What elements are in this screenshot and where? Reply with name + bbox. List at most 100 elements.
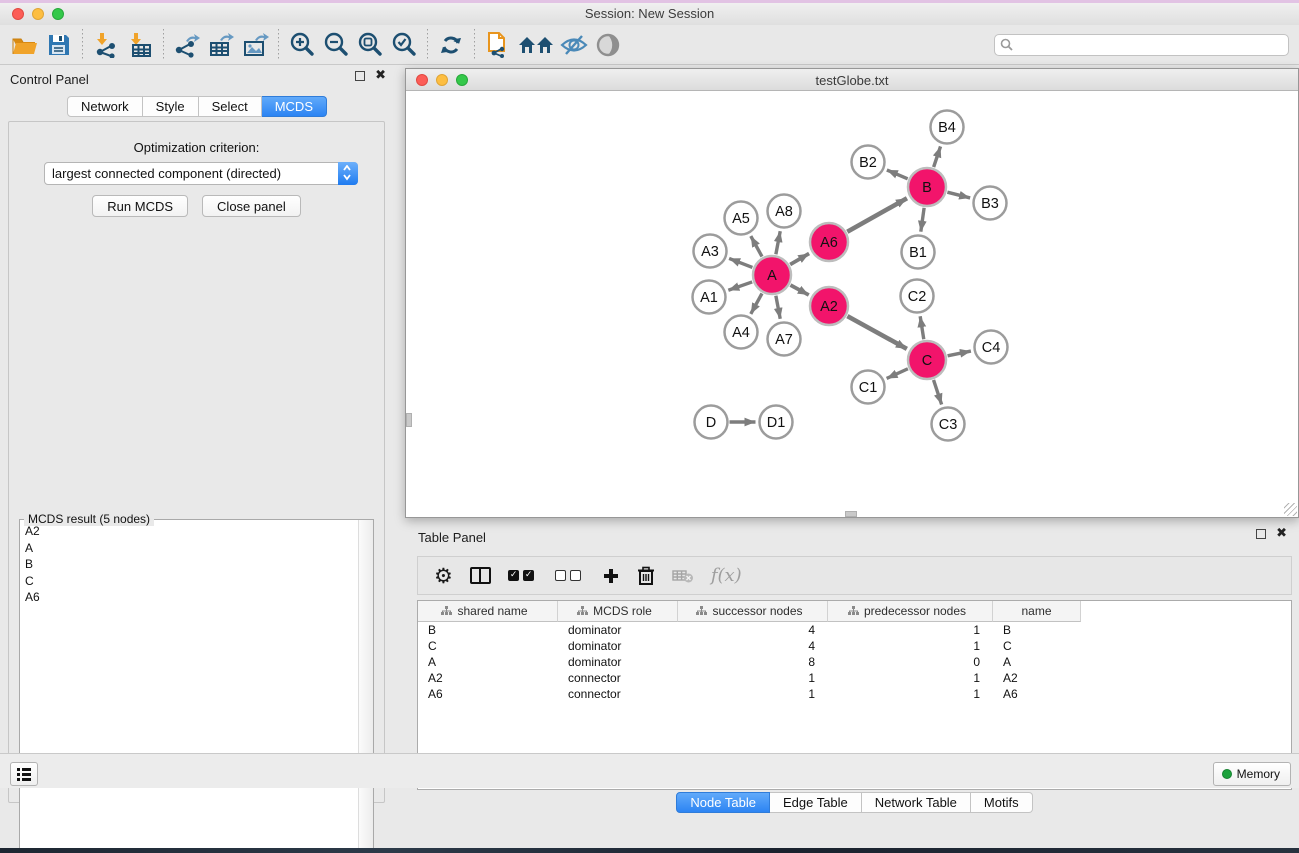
edge-A-A8[interactable]: [776, 231, 780, 254]
table-cell[interactable]: A6: [418, 686, 558, 702]
edge-B-B2[interactable]: [887, 170, 908, 179]
graph-node-A7[interactable]: A7: [768, 323, 801, 356]
save-session-icon[interactable]: [42, 28, 76, 62]
table-row[interactable]: Adominator80A: [418, 654, 1291, 670]
graph-node-C3[interactable]: C3: [932, 408, 965, 441]
edge-A6-B[interactable]: [847, 198, 907, 231]
graph-node-A3[interactable]: A3: [694, 235, 727, 268]
delete-table-icon[interactable]: [672, 568, 694, 584]
add-column-icon[interactable]: [602, 567, 620, 585]
table-cell[interactable]: A2: [993, 670, 1081, 686]
tab-network-table[interactable]: Network Table: [862, 792, 971, 813]
table-cell[interactable]: dominator: [558, 622, 678, 638]
table-cell[interactable]: A: [418, 654, 558, 670]
table-cell[interactable]: 8: [678, 654, 828, 670]
memory-button[interactable]: Memory: [1213, 762, 1291, 786]
edge-C-C3[interactable]: [934, 380, 942, 405]
column-header-predecessor-nodes[interactable]: predecessor nodes: [828, 601, 993, 622]
horizontal-scrollbar-thumb[interactable]: [845, 511, 857, 517]
export-table-icon[interactable]: [204, 28, 238, 62]
graph-node-A4[interactable]: A4: [725, 316, 758, 349]
tab-mcds[interactable]: MCDS: [262, 96, 327, 117]
tab-select[interactable]: Select: [199, 96, 262, 117]
edge-B-B1[interactable]: [921, 208, 924, 232]
table-row[interactable]: A6connector11A6: [418, 686, 1291, 702]
edge-A-A7[interactable]: [776, 296, 780, 319]
edge-C-C4[interactable]: [948, 351, 971, 356]
open-session-icon[interactable]: [8, 28, 42, 62]
column-header-MCDS-role[interactable]: MCDS role: [558, 601, 678, 622]
table-cell[interactable]: 1: [678, 670, 828, 686]
edge-A-A1[interactable]: [728, 282, 752, 290]
result-item[interactable]: A: [21, 540, 358, 557]
close-panel-button[interactable]: Close panel: [202, 195, 301, 217]
edge-A-A5[interactable]: [751, 236, 762, 257]
unselect-all-columns-icon[interactable]: [555, 570, 585, 581]
table-cell[interactable]: 1: [828, 670, 993, 686]
graph-node-C[interactable]: C: [908, 341, 946, 379]
table-cell[interactable]: dominator: [558, 654, 678, 670]
table-cell[interactable]: A6: [993, 686, 1081, 702]
tab-style[interactable]: Style: [143, 96, 199, 117]
table-cell[interactable]: A: [993, 654, 1081, 670]
zoom-fit-icon[interactable]: [353, 28, 387, 62]
table-cell[interactable]: connector: [558, 686, 678, 702]
refresh-layout-icon[interactable]: [434, 28, 468, 62]
table-settings-icon[interactable]: ⚙: [434, 566, 453, 586]
zoom-selected-icon[interactable]: [387, 28, 421, 62]
table-cell[interactable]: C: [993, 638, 1081, 654]
network-canvas[interactable]: B4B2BB3A5A8A6A3B1AA1C2A2A4A7C4CC1C3DD1: [406, 92, 1298, 517]
column-header-successor-nodes[interactable]: successor nodes: [678, 601, 828, 622]
table-cell[interactable]: C: [418, 638, 558, 654]
export-network-icon[interactable]: [170, 28, 204, 62]
graph-node-A2[interactable]: A2: [810, 287, 848, 325]
table-cell[interactable]: B: [993, 622, 1081, 638]
table-row[interactable]: Bdominator41B: [418, 622, 1291, 638]
edge-B-B3[interactable]: [947, 192, 970, 198]
graph-node-B3[interactable]: B3: [974, 187, 1007, 220]
run-mcds-button[interactable]: Run MCDS: [92, 195, 188, 217]
search-input[interactable]: [994, 34, 1289, 56]
table-cell[interactable]: 4: [678, 638, 828, 654]
graph-node-C2[interactable]: C2: [901, 280, 934, 313]
graph-node-B4[interactable]: B4: [931, 111, 964, 144]
table-cell[interactable]: 1: [828, 638, 993, 654]
result-item[interactable]: B: [21, 556, 358, 573]
tab-network[interactable]: Network: [67, 96, 143, 117]
table-cell[interactable]: B: [418, 622, 558, 638]
table-cell[interactable]: 1: [828, 686, 993, 702]
table-cell[interactable]: 4: [678, 622, 828, 638]
column-header-shared-name[interactable]: shared name: [418, 601, 558, 622]
graph-node-D[interactable]: D: [695, 406, 728, 439]
float-panel-icon[interactable]: [355, 71, 365, 81]
first-neighbors-icon[interactable]: [515, 28, 557, 62]
zoom-out-icon[interactable]: [319, 28, 353, 62]
zoom-in-icon[interactable]: [285, 28, 319, 62]
close-panel-icon[interactable]: ✖: [375, 71, 386, 81]
clone-network-icon[interactable]: [481, 28, 515, 62]
edge-A2-C[interactable]: [847, 316, 906, 349]
export-image-icon[interactable]: [238, 28, 272, 62]
graph-node-B[interactable]: B: [908, 168, 946, 206]
edge-A-A2[interactable]: [790, 285, 808, 295]
table-cell[interactable]: A2: [418, 670, 558, 686]
graph-node-B2[interactable]: B2: [852, 146, 885, 179]
table-row[interactable]: A2connector11A2: [418, 670, 1291, 686]
graph-node-C1[interactable]: C1: [852, 371, 885, 404]
graph-node-A5[interactable]: A5: [725, 202, 758, 235]
table-cell[interactable]: 1: [828, 622, 993, 638]
tab-node-table[interactable]: Node Table: [676, 792, 770, 813]
result-item[interactable]: A6: [21, 589, 358, 606]
column-header-name[interactable]: name: [993, 601, 1081, 622]
graph-node-A8[interactable]: A8: [768, 195, 801, 228]
vertical-scrollbar-thumb[interactable]: [406, 413, 412, 427]
graph-node-D1[interactable]: D1: [760, 406, 793, 439]
graph-node-C4[interactable]: C4: [975, 331, 1008, 364]
table-cell[interactable]: dominator: [558, 638, 678, 654]
table-row[interactable]: Cdominator41C: [418, 638, 1291, 654]
table-cell[interactable]: 1: [678, 686, 828, 702]
edge-C-C2[interactable]: [920, 316, 924, 339]
edge-A-A3[interactable]: [729, 258, 752, 267]
result-item[interactable]: A2: [21, 523, 358, 540]
close-table-panel-icon[interactable]: ✖: [1276, 529, 1287, 539]
